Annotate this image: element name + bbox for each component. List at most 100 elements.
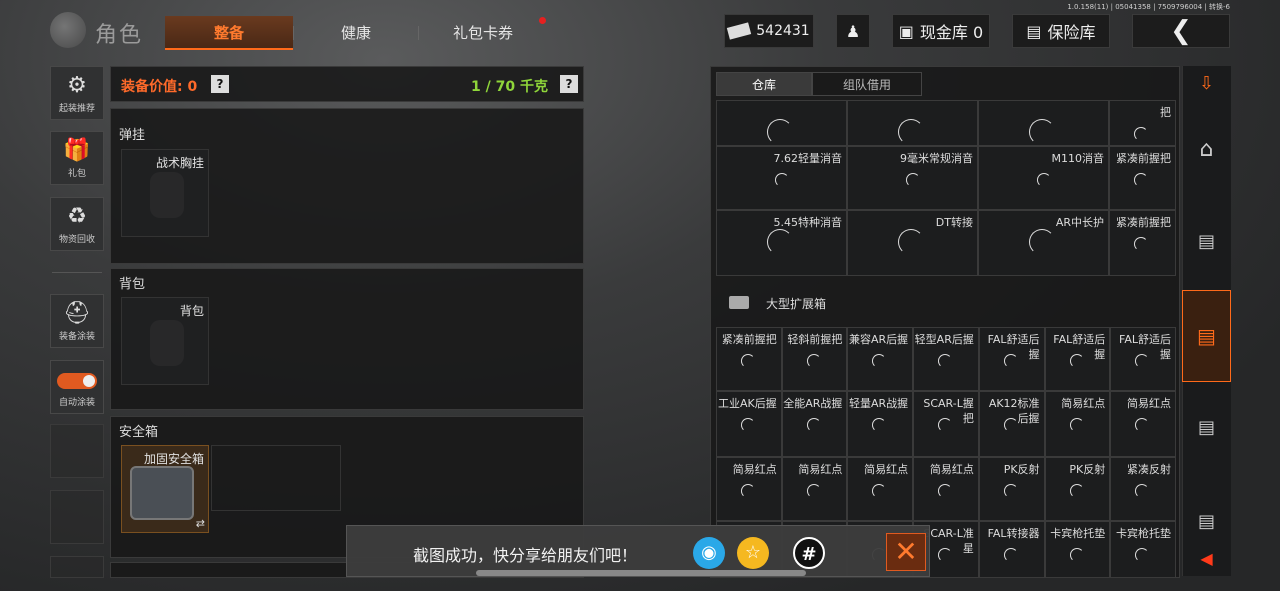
storage-item[interactable]: AK12标准后握 [978, 391, 1045, 457]
loading-icon [806, 484, 821, 498]
item-name: 轻量AR战握 [848, 397, 909, 410]
storage-item[interactable] [716, 100, 847, 146]
cash-icon [727, 22, 752, 40]
sidebar-label: 起装推荐 [58, 104, 95, 114]
loading-icon [872, 354, 887, 368]
safe-box-slot[interactable]: 加固安全箱 ⇄ [121, 445, 209, 533]
storage-item[interactable]: 卡宾枪托垫 [1110, 521, 1176, 578]
recycle-icon: ♻ [67, 204, 87, 229]
loading-icon [906, 173, 920, 187]
storage-item[interactable]: AR中长护 [978, 210, 1109, 276]
loading-icon [938, 354, 953, 368]
trader-button[interactable]: ♟ [836, 14, 870, 48]
tab-gift-coupons[interactable]: 礼包卡券 [419, 16, 547, 50]
loading-icon [1135, 484, 1150, 498]
item-name: PK反射 [1069, 463, 1106, 476]
loading-icon [1134, 237, 1148, 251]
storage-item[interactable]: PK反射 [1044, 457, 1111, 521]
storage-item[interactable]: FAL转接器 [978, 521, 1045, 578]
loadout-recommend-button[interactable]: ⚙ 起装推荐 [50, 66, 104, 120]
recycle-button[interactable]: ♻ 物资回收 [50, 197, 104, 251]
item-name: 简易红点 [929, 463, 974, 476]
swap-icon[interactable]: ⇄ [196, 517, 205, 530]
equipment-paint-button[interactable]: ⛑ 装备涂装 [50, 294, 104, 348]
storage-item[interactable]: FAL舒适后握 [1110, 327, 1176, 391]
help-icon[interactable]: ? [560, 75, 578, 93]
empty-slot [50, 424, 104, 478]
gift-button[interactable]: 🎁 礼包 [50, 131, 104, 185]
close-button[interactable]: ✕ [886, 533, 926, 571]
storage-item[interactable]: 简易红点 [781, 457, 848, 521]
chest-rig-slot[interactable]: 战术胸挂 [121, 149, 209, 237]
storage-item[interactable]: FAL舒适后握 [1044, 327, 1111, 391]
safe-storage-button[interactable]: ▤ 保险库 [1012, 14, 1110, 48]
loading-icon [741, 484, 755, 498]
qq-share-icon[interactable]: ◉ [693, 537, 725, 569]
storage-item[interactable]: FAL舒适后握 [978, 327, 1045, 391]
tab-warehouse[interactable]: 仓库 [716, 72, 812, 96]
storage-item[interactable]: 紧凑前握把 [716, 327, 782, 391]
currency-display: 542431 [724, 14, 814, 48]
backpack-section: 背包 背包 [110, 268, 584, 410]
home-icon[interactable]: ⌂ [1182, 130, 1231, 170]
storage-item[interactable]: 紧凑前握把 [1109, 210, 1176, 276]
storage-item[interactable]: M110消音 [978, 146, 1109, 210]
container-icon[interactable]: ▤ [1182, 290, 1231, 382]
help-icon[interactable]: ? [211, 75, 229, 93]
empty-slot [50, 490, 104, 544]
container-icon[interactable]: ▤ [1182, 222, 1231, 262]
storage-item[interactable]: 简易红点 [1044, 391, 1111, 457]
empty-slot [50, 556, 104, 578]
divider [52, 272, 102, 273]
storage-item[interactable]: 紧凑前握把 [1109, 146, 1176, 210]
storage-item[interactable]: 轻量AR战握 [847, 391, 914, 457]
storage-item[interactable] [978, 100, 1109, 146]
storage-item[interactable]: 轻型AR后握 [913, 327, 979, 391]
item-name: 兼容AR后握 [848, 333, 909, 346]
cash-storage-button[interactable]: ▣ 现金库 0 [892, 14, 990, 48]
item-name: DT转接 [935, 216, 973, 229]
storage-item[interactable]: 兼容AR后握 [847, 327, 914, 391]
storage-item[interactable]: PK反射 [978, 457, 1045, 521]
app-share-icon[interactable]: # [793, 537, 825, 569]
storage-item[interactable] [847, 100, 978, 146]
auto-paint-toggle[interactable]: 自动涂装 [50, 360, 104, 414]
cash-storage-label: 现金库 0 [919, 23, 984, 42]
storage-item[interactable]: 全能AR战握 [781, 391, 848, 457]
storage-item[interactable]: 工业AK后握 [716, 391, 782, 457]
storage-item[interactable]: 轻斜前握把 [781, 327, 848, 391]
safe-storage-label: 保险库 [1047, 23, 1096, 42]
back-button[interactable]: ❮ [1132, 14, 1230, 48]
loading-icon [767, 229, 793, 255]
loading-icon [767, 119, 793, 145]
star-share-icon[interactable]: ☆ [737, 537, 769, 569]
version-info: 1.0.158(11) | 05041358 | 7509796004 | 转换… [1067, 3, 1230, 11]
storage-item[interactable]: 简易红点 [716, 457, 782, 521]
collapse-arrow-icon[interactable]: ◀ [1182, 545, 1231, 573]
loading-icon [1069, 484, 1084, 498]
storage-item[interactable]: 紧凑反射 [1110, 457, 1176, 521]
expansion-box-title: 大型扩展箱 [766, 297, 827, 311]
backpack-slot[interactable]: 背包 [121, 297, 209, 385]
storage-item[interactable]: 简易红点 [1110, 391, 1176, 457]
container-icon[interactable]: ▤ [1182, 408, 1231, 448]
storage-item[interactable]: 简易红点 [913, 457, 979, 521]
sort-icon[interactable]: ⇩ [1182, 68, 1231, 100]
item-name: 卡宾枪托垫 [1116, 527, 1171, 540]
sidebar-label: 自动涂装 [58, 398, 95, 408]
storage-item[interactable]: 5.45特种消音 [716, 210, 847, 276]
item-name: 紧凑前握把 [721, 333, 777, 346]
container-icon[interactable]: ▤ [1182, 502, 1231, 542]
loading-icon [1003, 484, 1018, 498]
storage-item[interactable]: 7.62轻量消音 [716, 146, 847, 210]
tab-health[interactable]: 健康 [294, 16, 418, 50]
scrollbar[interactable] [476, 570, 806, 576]
tab-equip[interactable]: 整备 [165, 16, 293, 50]
storage-item[interactable]: 把 [1109, 100, 1176, 146]
storage-item[interactable]: SCAR-L握把 [913, 391, 979, 457]
storage-item[interactable]: 卡宾枪托垫 [1044, 521, 1111, 578]
tab-team-borrow[interactable]: 组队借用 [812, 72, 922, 96]
storage-item[interactable]: 简易红点 [847, 457, 914, 521]
storage-item[interactable]: DT转接 [847, 210, 978, 276]
storage-item[interactable]: 9毫米常规消音 [847, 146, 978, 210]
